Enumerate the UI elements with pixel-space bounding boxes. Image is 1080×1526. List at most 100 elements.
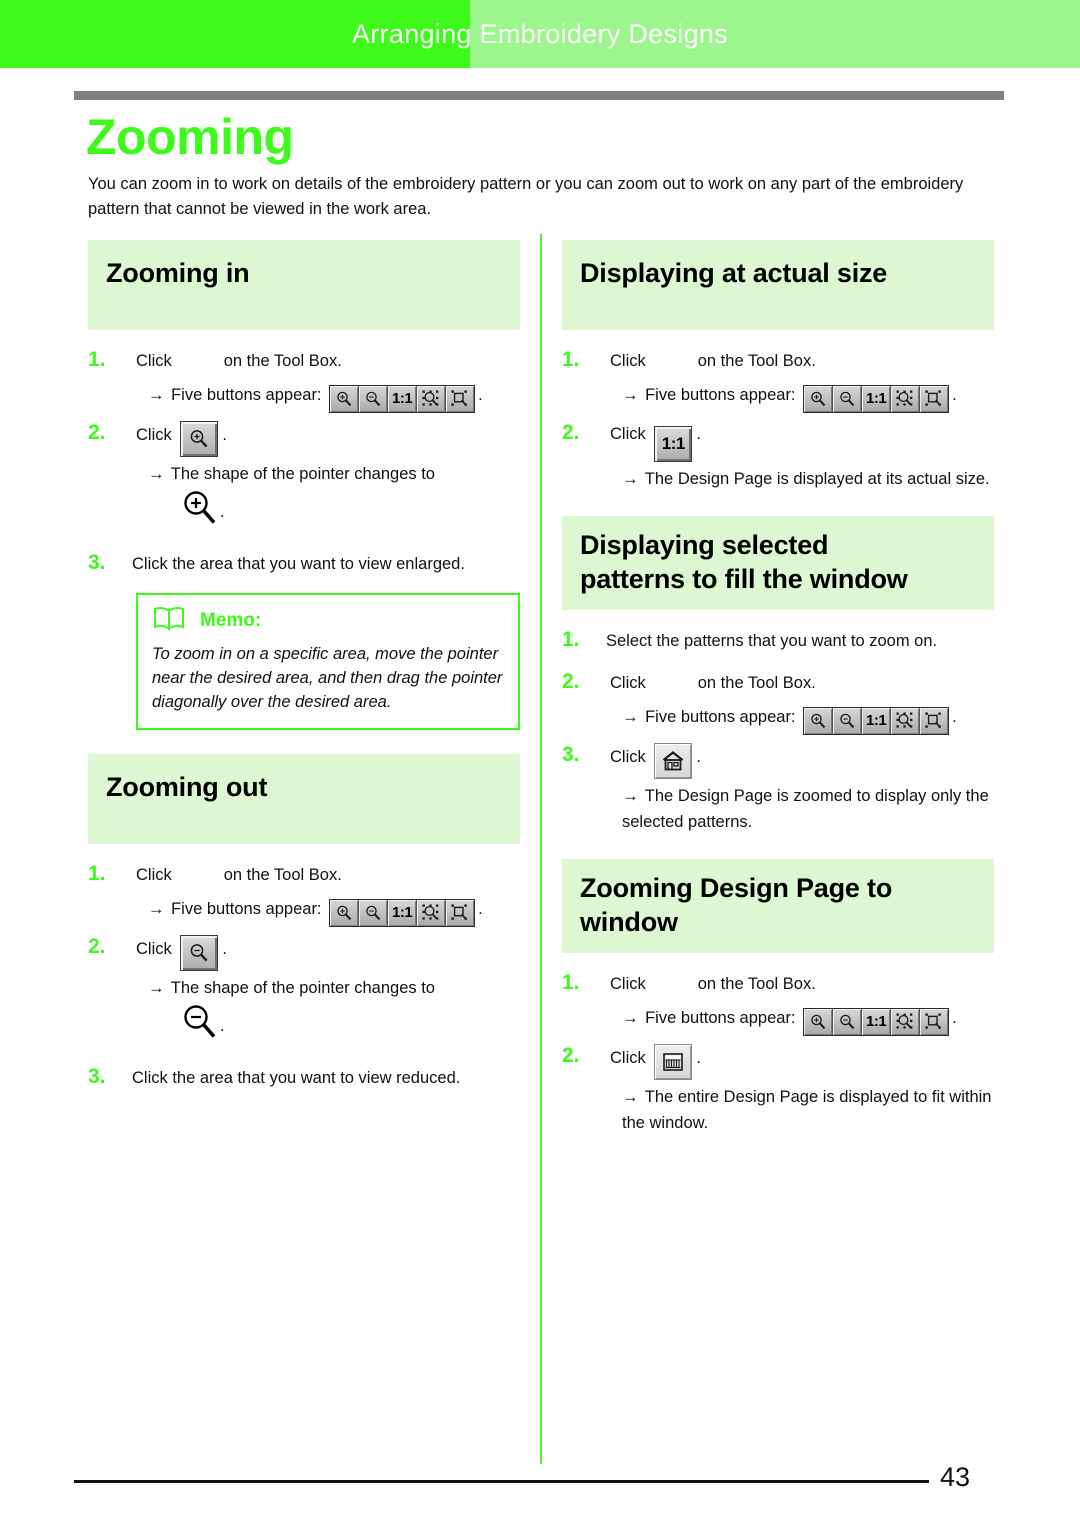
step-number: 2.	[88, 935, 106, 958]
arrow-icon: →	[148, 386, 165, 404]
actual-size-icon[interactable]: 1:1	[862, 708, 892, 734]
zoom-to-page-icon[interactable]	[446, 900, 475, 926]
toolbar-button-group[interactable]: 1:1	[329, 385, 476, 413]
sentence-period: .	[696, 748, 701, 766]
step-result-text: Five buttons appear:	[645, 1009, 796, 1027]
step-text: Click on the Tool Box.	[610, 971, 994, 997]
zoom-to-selection-icon[interactable]	[891, 1009, 921, 1035]
toolbar-button-group[interactable]: 1:1	[803, 1008, 950, 1036]
step-text: Click on the Tool Box.	[136, 348, 520, 374]
column-divider	[540, 234, 542, 1464]
toolbar-button-group[interactable]: 1:1	[803, 707, 950, 735]
fit-selected-patterns-button[interactable]	[654, 743, 693, 779]
step-text-before: Click	[610, 352, 646, 370]
zoom-out-pointer-icon	[180, 1003, 220, 1049]
step-design-page-window-2: 2. Click .	[562, 1044, 994, 1080]
step-text: Click .	[610, 1044, 994, 1080]
zoom-in-icon[interactable]	[804, 1009, 834, 1035]
step-text-before: Click	[136, 866, 172, 884]
step-zooming-out-2: 2. Click .	[88, 935, 520, 971]
footer-divider-rule	[74, 1480, 929, 1483]
step-zooming-in-3: 3. Click the area that you want to view …	[88, 551, 520, 581]
step-text: Click on the Tool Box.	[610, 670, 994, 696]
zoom-out-icon[interactable]	[833, 1009, 863, 1035]
zoom-out-icon[interactable]	[359, 900, 389, 926]
step-result-design-page-window-1: → Five buttons appear: 1:1 .	[622, 1005, 994, 1036]
step-number: 2.	[562, 421, 580, 444]
toolbar-button-group[interactable]: 1:1	[329, 899, 476, 927]
page-number: 43	[940, 1462, 971, 1492]
zoom-in-icon[interactable]	[330, 900, 360, 926]
zoom-in-button[interactable]	[180, 421, 219, 457]
right-column: Displaying at actual size 1. Click on the…	[562, 240, 994, 1136]
step-result-text: The Design Page is zoomed to display onl…	[622, 787, 989, 831]
zoom-in-icon[interactable]	[330, 386, 360, 412]
step-design-page-window-1: 1. Click on the Tool Box.	[562, 971, 994, 1001]
step-result-text: Five buttons appear:	[645, 386, 796, 404]
step-result-selected-patterns-3: → The Design Page is zoomed to display o…	[622, 783, 994, 835]
toolbar-button-group[interactable]: 1:1	[803, 385, 950, 413]
step-number: 1.	[562, 971, 580, 994]
zoom-to-selection-icon[interactable]	[417, 386, 447, 412]
memo-box: Memo: To zoom in on a specific area, mov…	[136, 593, 520, 730]
step-number: 2.	[88, 421, 106, 444]
zoom-in-icon[interactable]	[804, 386, 834, 412]
sentence-period: .	[222, 426, 227, 444]
zoom-to-page-icon[interactable]	[920, 1009, 949, 1035]
step-selected-patterns-3: 3. Click .	[562, 743, 994, 779]
memo-text: To zoom in on a specific area, move the …	[152, 645, 503, 711]
zoom-out-icon[interactable]	[833, 708, 863, 734]
header-divider-rule	[74, 91, 1004, 100]
zoom-to-page-icon[interactable]	[920, 708, 949, 734]
step-result-text: The shape of the pointer changes to	[170, 979, 435, 997]
zoom-in-icon[interactable]	[804, 708, 834, 734]
zoom-out-pointer-row: .	[166, 1003, 520, 1049]
zoom-out-button[interactable]	[180, 935, 219, 971]
step-result-text: Five buttons appear:	[171, 386, 322, 404]
arrow-icon: →	[148, 465, 165, 483]
actual-size-icon[interactable]: 1:1	[862, 1009, 892, 1035]
step-zooming-out-1: 1. Click on the Tool Box.	[88, 862, 520, 892]
step-text-after: on the Tool Box.	[697, 352, 816, 370]
left-column: Zooming in 1. Click on the Tool Box. → Fi…	[88, 240, 520, 1099]
actual-size-button[interactable]: 1:1	[654, 426, 693, 462]
section-heading-displaying-selected-patterns: Displaying selected patterns to fill the…	[562, 516, 994, 610]
sentence-period: .	[696, 1049, 701, 1067]
actual-size-icon[interactable]: 1:1	[388, 900, 418, 926]
sentence-period: .	[222, 940, 227, 958]
actual-size-icon[interactable]: 1:1	[862, 386, 892, 412]
step-result-actual-size-2: → The Design Page is displayed at its ac…	[622, 466, 994, 492]
zoom-to-selection-icon[interactable]	[891, 708, 921, 734]
step-result-zooming-out-1: → Five buttons appear: 1:1 .	[148, 896, 520, 927]
step-text-before: Click	[610, 1049, 646, 1067]
page-title: Zooming	[86, 109, 294, 165]
sentence-period: .	[478, 386, 483, 404]
step-text-before: Click	[610, 425, 646, 443]
section-heading-zooming-design-page-to-window: Zooming Design Page to window	[562, 859, 994, 953]
step-number: 1.	[562, 348, 580, 371]
section-title-line1: Zooming Design Page to	[580, 873, 893, 903]
step-result-text: The shape of the pointer changes to	[170, 465, 435, 483]
step-result-text: Five buttons appear:	[171, 900, 322, 918]
sentence-period: .	[478, 900, 483, 918]
zoom-to-selection-icon[interactable]	[417, 900, 447, 926]
zoom-to-page-icon[interactable]	[446, 386, 475, 412]
step-result-zooming-in-1: → Five buttons appear: 1:1 .	[148, 382, 520, 413]
chapter-title: Arranging Embroidery Designs	[351, 19, 729, 49]
actual-size-icon[interactable]: 1:1	[388, 386, 418, 412]
arrow-icon: →	[622, 386, 639, 404]
zoom-out-icon[interactable]	[833, 386, 863, 412]
zoom-to-selection-icon[interactable]	[891, 386, 921, 412]
step-number: 2.	[562, 1044, 580, 1067]
step-text: Click the area that you want to view enl…	[132, 555, 465, 573]
fit-design-page-button[interactable]	[654, 1044, 693, 1080]
arrow-icon: →	[622, 708, 639, 726]
step-zooming-in-1: 1. Click on the Tool Box.	[88, 348, 520, 378]
step-number: 1.	[88, 862, 106, 885]
step-text: Click on the Tool Box.	[610, 348, 994, 374]
step-number: 3.	[88, 1065, 106, 1088]
arrow-icon: →	[148, 900, 165, 918]
step-text-after: on the Tool Box.	[697, 674, 816, 692]
zoom-to-page-icon[interactable]	[920, 386, 949, 412]
zoom-out-icon[interactable]	[359, 386, 389, 412]
